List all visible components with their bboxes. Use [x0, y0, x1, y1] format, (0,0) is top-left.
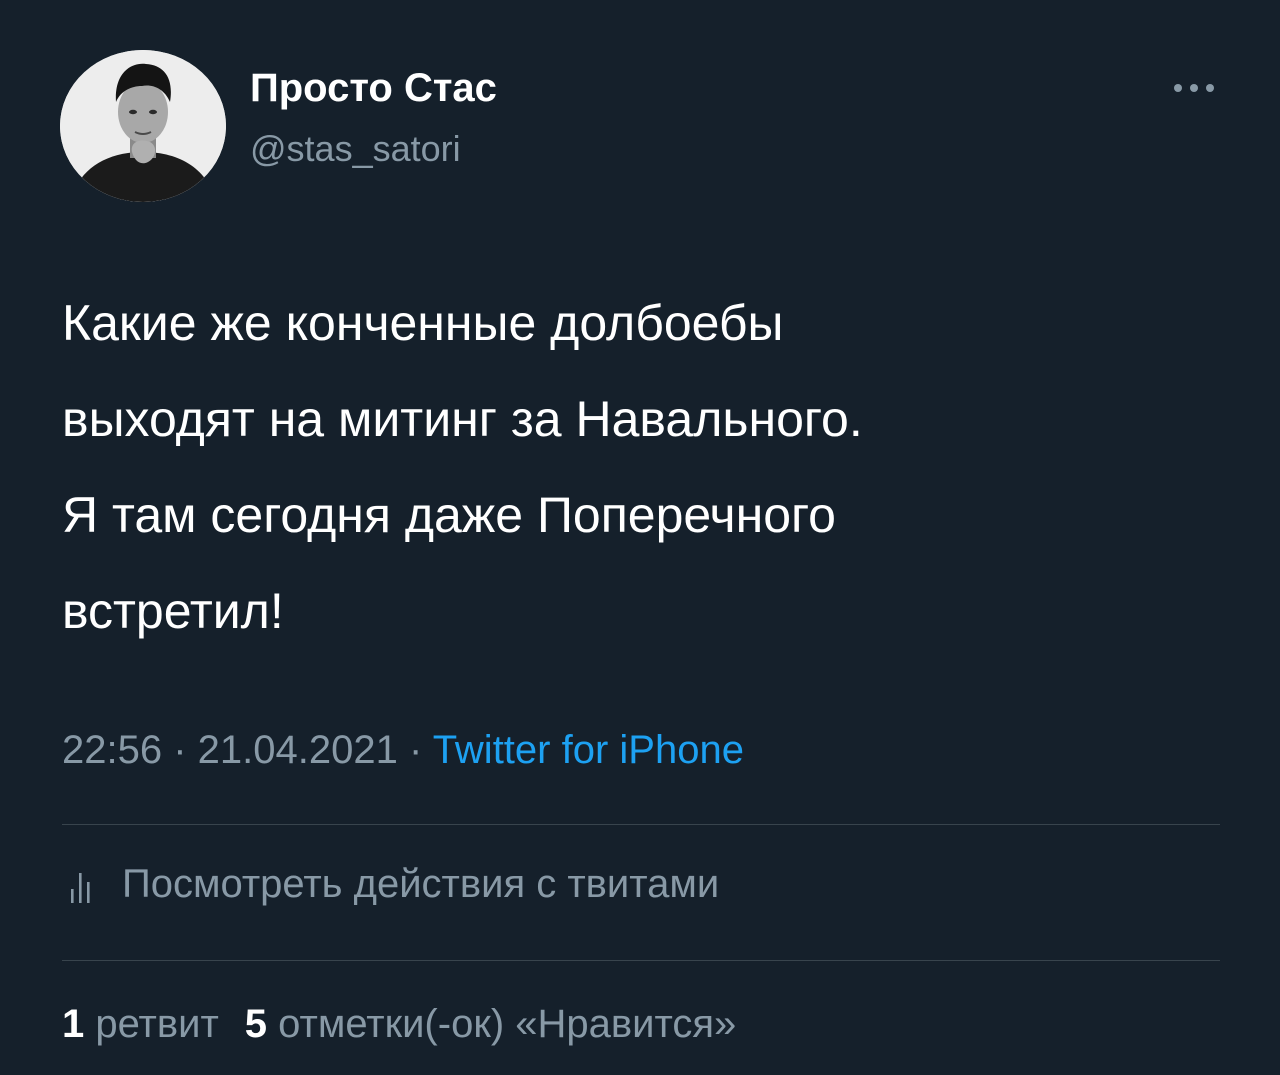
tweet-time[interactable]: 22:56	[62, 728, 162, 772]
meta-separator: ·	[162, 728, 198, 772]
tweet-text: Какие же конченные долбоебы выходят на м…	[62, 275, 1222, 659]
view-tweet-activity-button[interactable]: Посмотреть действия с твитами	[70, 862, 719, 907]
avatar[interactable]	[60, 50, 226, 202]
tweet-line: Какие же конченные долбоебы	[62, 295, 784, 351]
likes-count: 5	[244, 1002, 268, 1046]
tweet-meta: 22:56 · 21.04.2021 · Twitter for iPhone	[62, 728, 744, 773]
tweet-stats: 1 ретвит 5 отметки(-ок) «Нравится»	[62, 1002, 736, 1047]
meta-separator: ·	[397, 728, 433, 772]
more-options-button[interactable]	[1172, 76, 1216, 100]
tweet-source-link[interactable]: Twitter for iPhone	[433, 728, 744, 772]
retweets-label: ретвит	[95, 1002, 219, 1046]
author-handle[interactable]: @stas_satori	[250, 128, 461, 170]
likes-stat[interactable]: 5 отметки(-ок) «Нравится»	[245, 1002, 736, 1046]
author-display-name[interactable]: Просто Стас	[250, 66, 497, 111]
likes-label: отметки(-ок) «Нравится»	[278, 1002, 737, 1046]
retweets-stat[interactable]: 1 ретвит	[62, 1002, 219, 1046]
divider	[62, 960, 1220, 961]
avatar-photo	[60, 50, 226, 202]
tweet-line: Я там сегодня даже Поперечного	[62, 487, 836, 543]
tweet-line: встретил!	[62, 583, 284, 639]
tweet-line: выходят на митинг за Навального.	[62, 391, 863, 447]
tweet-date[interactable]: 21.04.2021	[198, 728, 398, 772]
analytics-bars-icon	[71, 872, 90, 903]
tweet-detail: Просто Стас @stas_satori Какие же кончен…	[0, 0, 1280, 1075]
view-tweet-activity-label: Посмотреть действия с твитами	[122, 862, 720, 906]
more-dots-icon	[1174, 84, 1214, 92]
retweets-count: 1	[62, 1002, 85, 1046]
divider	[62, 824, 1220, 825]
